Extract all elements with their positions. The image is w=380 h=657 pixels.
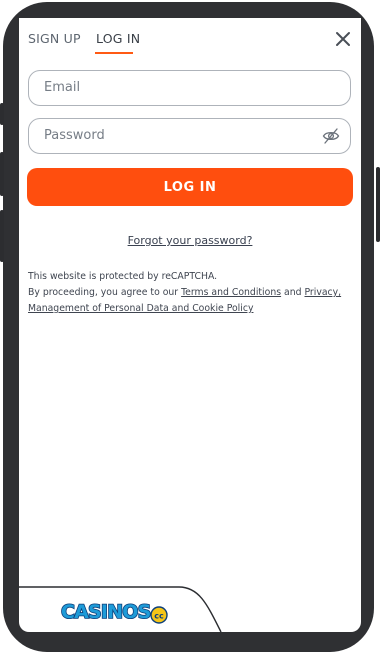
logo-wordmark: CASINOS — [61, 601, 151, 623]
phone-side-button — [0, 210, 4, 262]
close-icon[interactable] — [334, 30, 352, 48]
forgot-password-link[interactable]: Forgot your password? — [19, 234, 361, 247]
tab-log-in[interactable]: LOG IN — [96, 31, 140, 46]
terms-link[interactable]: Terms and Conditions — [181, 287, 281, 298]
email-field[interactable] — [28, 70, 351, 106]
active-tab-indicator — [95, 52, 133, 54]
phone-side-button — [0, 103, 4, 125]
phone-side-button — [376, 167, 380, 242]
tab-sign-up[interactable]: SIGN UP — [28, 31, 81, 46]
consent-prefix: By proceeding, you agree to our — [28, 287, 182, 298]
password-field[interactable] — [28, 118, 351, 154]
recaptcha-notice: This website is protected by reCAPTCHA. — [28, 271, 218, 282]
eye-off-icon[interactable] — [322, 127, 340, 145]
casinos-logo: CASINOS cc — [60, 600, 168, 624]
consent-text: By proceeding, you agree to our Terms an… — [28, 285, 348, 301]
privacy-link[interactable]: Privacy, — [304, 287, 341, 298]
auth-modal: SIGN UP LOG IN LOG IN Forgot your passwo… — [19, 18, 361, 632]
legal-notice: This website is protected by reCAPTCHA. … — [28, 269, 348, 317]
privacy-policy-link[interactable]: Management of Personal Data and Cookie P… — [28, 303, 253, 314]
password-input[interactable] — [44, 119, 314, 152]
login-button[interactable]: LOG IN — [27, 168, 353, 206]
email-input[interactable] — [44, 71, 314, 104]
consent-and: and — [281, 287, 305, 298]
logo-suffix: cc — [154, 612, 164, 621]
phone-side-button — [0, 152, 4, 196]
